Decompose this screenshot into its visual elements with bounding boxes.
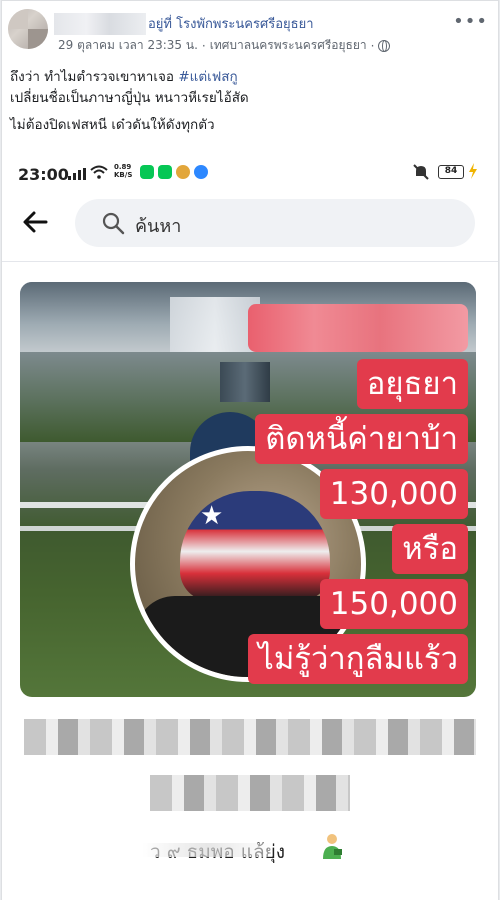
overlay-line: 130,000 — [319, 469, 468, 519]
embedded-screenshot[interactable]: 23:00 0.89 KB/S 84 ค้นหา ★ อยุธยา ติดหนี… — [2, 151, 498, 900]
line-icon — [140, 165, 154, 179]
meta-separator-2: · — [370, 38, 375, 53]
battery-indicator: 84 — [438, 165, 464, 179]
wifi-icon — [90, 165, 108, 179]
author-name-redacted[interactable] — [54, 13, 146, 35]
caption-text: ถึงว่า ทำไมตำรวจเขาหาเจอ — [10, 69, 179, 85]
more-options-button[interactable]: ••• — [453, 13, 488, 31]
back-arrow-icon[interactable] — [20, 207, 50, 237]
messenger-icon — [194, 165, 208, 179]
overlay-line: อยุธยา — [356, 359, 468, 409]
post-meta: 29 ตุลาคม เวลา 23:35 น. · เทศบาลนครพระนค… — [58, 36, 391, 55]
checkin-location-header[interactable]: อยู่ที่ โรงพักพระนครศรีอยุธยา — [148, 13, 314, 34]
overlay-line: หรือ — [392, 524, 468, 574]
redacted-profile-name — [24, 719, 476, 755]
hashtag-link[interactable]: #แต่เฟสกู — [178, 69, 237, 85]
search-input[interactable]: ค้นหา — [75, 199, 475, 247]
overlay-line: ไม่รู้ว่ากูลืมแร้ว — [248, 634, 468, 684]
charging-bolt-icon — [469, 163, 477, 179]
redacted-name-label — [248, 304, 468, 352]
caption-line-3: ไม่ต้องปิดเฟสหนี เด๋วดันให้ดังทุกตัว — [10, 117, 215, 133]
person-emoji-icon — [323, 834, 342, 859]
blur-patch — [170, 297, 260, 352]
overlay-line: 150,000 — [319, 579, 468, 629]
overlay-line: ติดหนี้ค่ายาบ้า — [255, 414, 468, 464]
chrome-icon — [176, 165, 190, 179]
divider — [2, 261, 498, 262]
net-speed-value: 0.89 — [114, 163, 132, 171]
meta-separator: · — [201, 38, 206, 53]
caption-line-2: เปลี่ยนชื่อเป็นภาษาญี่ปุ่น หนาวหีเรยไอ้ส… — [10, 90, 249, 106]
line-icon-2 — [158, 165, 172, 179]
profile-story-card[interactable]: ★ อยุธยา ติดหนี้ค่ายาบ้า 130,000 หรือ 15… — [20, 282, 476, 697]
net-speed-unit: KB/S — [114, 171, 133, 179]
search-icon — [102, 212, 125, 235]
net-speed: 0.89 KB/S — [114, 163, 132, 179]
globe-icon — [378, 39, 391, 52]
post-location[interactable]: เทศบาลนครพระนครศรีอยุธยา — [210, 36, 367, 55]
phone-status-bar: 23:00 0.89 KB/S 84 — [2, 151, 498, 195]
status-time: 23:00 — [18, 165, 69, 184]
post-caption: ถึงว่า ทำไมตำรวจเขาหาเจอ #แต่เฟสกู เปลี่… — [10, 67, 249, 136]
overlay-text: อยุธยา ติดหนี้ค่ายาบ้า 130,000 หรือ 150,… — [248, 354, 468, 684]
post-date[interactable]: 29 ตุลาคม เวลา 23:35 น. — [58, 36, 198, 55]
facebook-post: อยู่ที่ โรงพักพระนครศรีอยุธยา 29 ตุลาคม … — [1, 0, 499, 900]
signal-icon — [68, 168, 86, 180]
caption-line-1: ถึงว่า ทำไมตำรวจเขาหาเจอ #แต่เฟสกู — [10, 67, 249, 88]
partial-text-blur — [142, 843, 272, 857]
mute-bell-icon — [413, 164, 429, 180]
avatar[interactable] — [8, 9, 48, 49]
redacted-secondary-name — [150, 775, 350, 811]
search-placeholder: ค้นหา — [135, 216, 182, 237]
